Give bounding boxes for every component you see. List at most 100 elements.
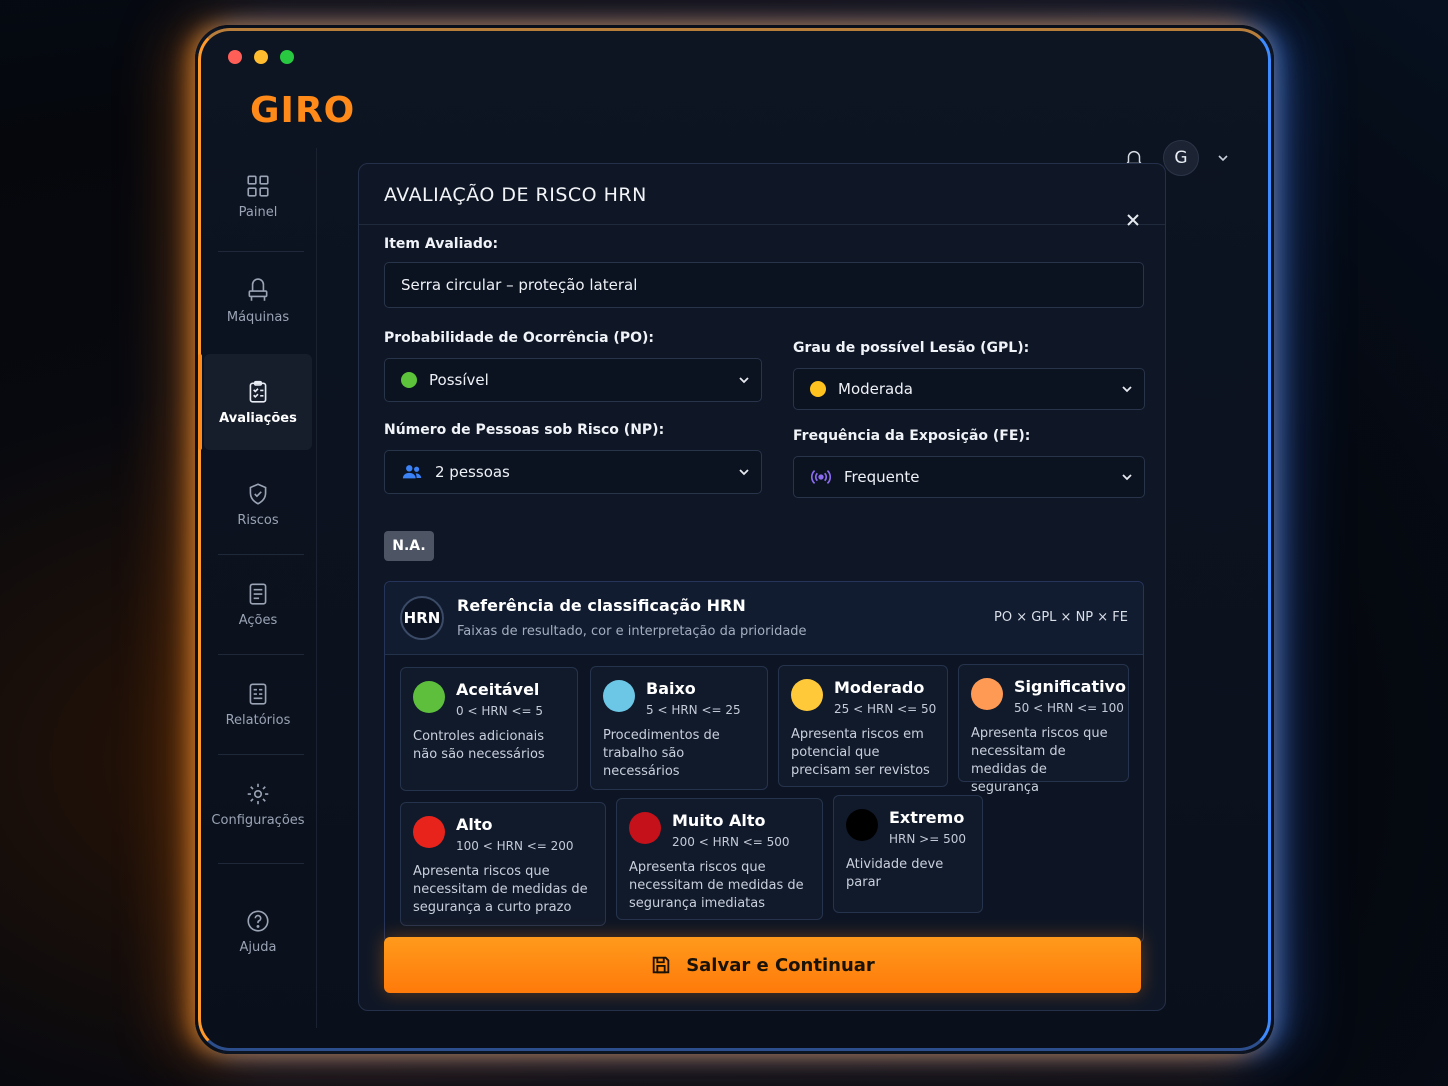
fe-select[interactable]: Frequente: [793, 456, 1145, 498]
sidebar-item-label: Máquinas: [226, 309, 290, 325]
sidebar-item-relatorios[interactable]: Relatórios: [204, 656, 312, 752]
sidebar-item-label: Avaliações: [219, 410, 297, 426]
hrn-reference-panel: HRN Referência de classificação HRN Faix…: [384, 581, 1144, 943]
level-description: Apresenta riscos que necessitam de medid…: [971, 726, 1108, 795]
level-name: Baixo: [646, 679, 696, 698]
level-range: 200 < HRN <= 500: [672, 835, 790, 849]
signal-icon: [810, 469, 832, 485]
close-window-button[interactable]: [228, 50, 242, 64]
save-icon: [652, 956, 670, 974]
shield-icon: [249, 482, 267, 505]
machine-icon: [248, 277, 268, 301]
level-name: Muito Alto: [672, 811, 766, 830]
na-button[interactable]: N.A.: [384, 531, 434, 561]
sidebar-item-label: Riscos: [237, 512, 279, 528]
save-continue-button[interactable]: Salvar e Continuar: [384, 937, 1141, 993]
sidebar-item-configuracoes[interactable]: Configurações: [204, 756, 312, 852]
reference-header: HRN Referência de classificação HRN Faix…: [385, 582, 1143, 655]
report-icon: [249, 682, 267, 705]
chevron-down-icon: [1122, 474, 1132, 481]
level-card-alto: Alto 100 < HRN <= 200 Apresenta riscos q…: [400, 802, 606, 926]
app-logo: GIRO: [250, 90, 356, 131]
item-label: Item Avaliado:: [384, 236, 499, 252]
level-range: 5 < HRN <= 25: [646, 703, 741, 717]
level-card-significativo: Significativo 50 < HRN <= 100 Apresenta …: [958, 664, 1129, 795]
chevron-down-icon[interactable]: [1217, 152, 1229, 164]
people-icon: [402, 465, 422, 479]
np-value: 2 pessoas: [435, 463, 510, 481]
level-description: Procedimentos de trabalho são necessário…: [603, 728, 720, 779]
level-color-dot: [629, 812, 661, 844]
level-color-dot: [413, 816, 445, 848]
level-color-dot: [971, 678, 1003, 710]
sidebar-item-label: Configurações: [211, 812, 305, 828]
po-color-dot: [401, 372, 417, 388]
gpl-label: Grau de possível Lesão (GPL):: [793, 340, 1030, 356]
document-icon: [249, 582, 267, 605]
np-select[interactable]: 2 pessoas: [384, 450, 762, 494]
sidebar-item-avaliacoes[interactable]: Avaliações: [198, 354, 312, 450]
gpl-value: Moderada: [838, 380, 913, 398]
maximize-window-button[interactable]: [280, 50, 294, 64]
sidebar-item-label: Painel: [238, 204, 278, 220]
hrn-badge: HRN: [400, 596, 444, 640]
level-color-dot: [603, 680, 635, 712]
fe-label: Frequência da Exposição (FE):: [793, 428, 1031, 444]
sidebar-item-label: Ajuda: [239, 939, 277, 955]
level-card-moderado: Moderado 25 < HRN <= 50 Apresenta riscos…: [778, 665, 948, 787]
window-controls: [228, 50, 294, 64]
level-description: Apresenta riscos que necessitam de medid…: [629, 860, 804, 911]
sidebar-item-acoes[interactable]: Ações: [204, 556, 312, 652]
level-card-muito-alto: Muito Alto 200 < HRN <= 500 Apresenta ri…: [616, 798, 823, 920]
app-window: GIRO G Painel Máquinas Avaliações Riscos: [195, 25, 1274, 1054]
close-icon[interactable]: [1125, 212, 1141, 228]
fe-value: Frequente: [844, 468, 920, 486]
avatar[interactable]: G: [1163, 140, 1199, 176]
reference-subtitle: Faixas de resultado, cor e interpretação…: [457, 624, 807, 639]
sidebar-item-riscos[interactable]: Riscos: [204, 456, 312, 552]
item-value: Serra circular – proteção lateral: [401, 276, 638, 294]
help-icon: [247, 909, 269, 932]
chevron-down-icon: [739, 377, 749, 384]
save-label: Salvar e Continuar: [686, 954, 875, 976]
level-description: Apresenta riscos em potencial que precis…: [791, 727, 930, 778]
sidebar: Painel Máquinas Avaliações Riscos Ações …: [198, 148, 317, 1028]
chevron-down-icon: [739, 469, 749, 476]
sidebar-item-label: Ações: [238, 612, 278, 628]
level-name: Aceitável: [456, 680, 540, 699]
chevron-down-icon: [1122, 386, 1132, 393]
level-name: Significativo: [1014, 677, 1127, 696]
np-label: Número de Pessoas sob Risco (NP):: [384, 422, 665, 438]
reference-formula: PO × GPL × NP × FE: [994, 610, 1128, 625]
level-range: 100 < HRN <= 200: [456, 839, 574, 853]
po-label: Probabilidade de Ocorrência (PO):: [384, 330, 654, 346]
gear-icon: [247, 783, 269, 804]
level-range: HRN >= 500: [889, 832, 966, 846]
level-description: Atividade deve parar: [846, 857, 944, 890]
po-select[interactable]: Possível: [384, 358, 762, 402]
level-name: Moderado: [834, 678, 925, 697]
sidebar-item-ajuda[interactable]: Ajuda: [204, 883, 312, 979]
level-card-aceitavel: Aceitável 0 < HRN <= 5 Controles adicion…: [400, 667, 578, 791]
level-description: Controles adicionais não são necessários: [413, 729, 545, 762]
po-value: Possível: [429, 371, 489, 389]
reference-title: Referência de classificação HRN: [457, 596, 746, 615]
sidebar-item-maquinas[interactable]: Máquinas: [204, 253, 312, 349]
sidebar-item-painel[interactable]: Painel: [204, 148, 312, 244]
grid-icon: [247, 174, 269, 197]
item-field[interactable]: Serra circular – proteção lateral: [384, 262, 1144, 308]
modal-title: AVALIAÇÃO DE RISCO HRN: [384, 184, 647, 206]
level-color-dot: [846, 809, 878, 841]
sidebar-item-label: Relatórios: [225, 712, 291, 728]
gpl-color-dot: [810, 381, 826, 397]
level-name: Extremo: [889, 808, 965, 827]
risk-assessment-modal: AVALIAÇÃO DE RISCO HRN Item Avaliado: Se…: [358, 163, 1166, 1011]
level-name: Alto: [456, 815, 493, 834]
clipboard-icon: [249, 380, 267, 403]
level-card-baixo: Baixo 5 < HRN <= 25 Procedimentos de tra…: [590, 666, 768, 790]
level-range: 0 < HRN <= 5: [456, 704, 544, 718]
gpl-select[interactable]: Moderada: [793, 368, 1145, 410]
level-color-dot: [791, 679, 823, 711]
minimize-window-button[interactable]: [254, 50, 268, 64]
level-description: Apresenta riscos que necessitam de medid…: [413, 864, 588, 915]
